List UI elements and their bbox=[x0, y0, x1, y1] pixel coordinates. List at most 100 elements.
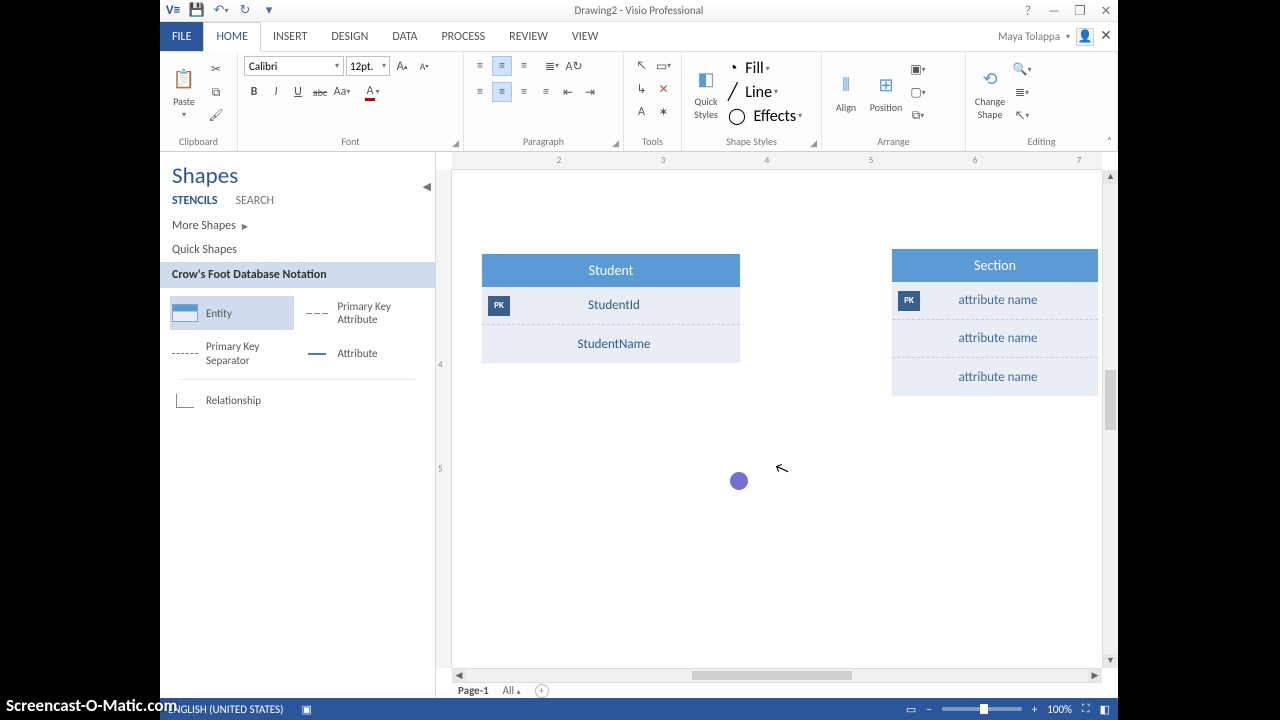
user-account[interactable]: Maya Tolappa▾ 👤 bbox=[998, 22, 1094, 51]
zoom-slider-knob[interactable] bbox=[980, 704, 988, 714]
horizontal-scrollbar[interactable]: ◀ ▶ bbox=[452, 668, 1102, 682]
entity-student-row-1[interactable]: PK StudentId bbox=[482, 287, 740, 325]
scroll-left-icon[interactable]: ◀ bbox=[452, 669, 466, 682]
macro-recording-icon[interactable]: ▣ bbox=[301, 703, 311, 716]
entity-section[interactable]: Section PK attribute name attribute name… bbox=[892, 249, 1098, 396]
shrink-font-icon[interactable]: A▾ bbox=[414, 56, 434, 76]
master-entity[interactable]: Entity bbox=[170, 296, 294, 330]
stencil-crows-foot[interactable]: Crow's Foot Database Notation bbox=[160, 262, 435, 288]
tab-insert[interactable]: INSERT bbox=[261, 22, 319, 51]
tab-home[interactable]: HOME bbox=[203, 22, 261, 52]
format-painter-icon[interactable]: 🖌 bbox=[206, 106, 226, 126]
restore-button[interactable]: ❐ bbox=[1072, 4, 1088, 19]
help-button[interactable]: ? bbox=[1020, 4, 1036, 19]
pointer-tool-icon[interactable]: ↖ bbox=[632, 56, 652, 76]
tab-process[interactable]: PROCESS bbox=[429, 22, 497, 51]
effects-button[interactable]: ◯ Effects▾ bbox=[728, 106, 802, 126]
minimize-button[interactable]: — bbox=[1046, 4, 1062, 19]
bullets-icon[interactable]: ≣▾ bbox=[542, 56, 562, 76]
font-dialog-launcher-icon[interactable]: ◢ bbox=[452, 138, 459, 149]
h-scroll-thumb[interactable] bbox=[692, 671, 852, 680]
entity-section-row-2[interactable]: attribute name bbox=[892, 320, 1098, 358]
grow-font-icon[interactable]: A▴ bbox=[392, 56, 412, 76]
copy-icon[interactable]: ⧉ bbox=[206, 83, 226, 103]
collapse-ribbon-icon[interactable]: ˄ bbox=[1107, 134, 1112, 147]
align-button[interactable]: ⫴Align bbox=[828, 71, 864, 114]
paste-button[interactable]: 📋 Paste ▾ bbox=[166, 65, 202, 120]
tab-view[interactable]: VIEW bbox=[560, 22, 610, 51]
paragraph-dialog-launcher-icon[interactable]: ◢ bbox=[612, 138, 619, 149]
pages-all[interactable]: All ▴ bbox=[503, 684, 521, 697]
text-tool-icon[interactable]: A bbox=[632, 102, 652, 122]
bring-front-icon[interactable]: ▣▾ bbox=[908, 60, 928, 80]
collapse-shapes-pane-icon[interactable]: ◀ bbox=[423, 180, 431, 193]
scroll-down-icon[interactable]: ▼ bbox=[1103, 654, 1118, 668]
v-scroll-thumb[interactable] bbox=[1105, 370, 1116, 430]
drawing-canvas[interactable]: Student PK StudentId StudentName Section… bbox=[452, 170, 1102, 668]
rectangle-tool-icon[interactable]: ▭▾ bbox=[654, 56, 674, 76]
text-direction-icon[interactable]: A↻ bbox=[564, 56, 584, 76]
attr-studentname[interactable]: StudentName bbox=[516, 337, 740, 352]
align-top-icon[interactable]: ≡ bbox=[470, 56, 490, 76]
line-button[interactable]: ╱ Line▾ bbox=[728, 82, 802, 102]
attr-placeholder-2[interactable]: attribute name bbox=[926, 331, 1098, 346]
fit-page-icon[interactable]: ⛶ bbox=[1082, 702, 1090, 716]
font-name-select[interactable]: Calibri▾ bbox=[244, 56, 344, 76]
entity-section-row-1[interactable]: PK attribute name bbox=[892, 282, 1098, 320]
presentation-mode-icon[interactable]: ▭ bbox=[906, 703, 916, 716]
align-left-icon[interactable]: ≡ bbox=[470, 82, 490, 102]
font-size-select[interactable]: 12pt.▾ bbox=[346, 56, 390, 76]
save-icon[interactable]: 💾 bbox=[188, 2, 206, 20]
entity-section-header[interactable]: Section bbox=[892, 249, 1098, 282]
page-tab-1[interactable]: Page-1 bbox=[458, 684, 489, 697]
strikethrough-button[interactable]: abc bbox=[310, 82, 330, 102]
attr-studentid[interactable]: StudentId bbox=[516, 298, 740, 313]
align-right-icon[interactable]: ≡ bbox=[514, 82, 534, 102]
pan-zoom-icon[interactable]: ◧ bbox=[1100, 703, 1110, 716]
scroll-right-icon[interactable]: ▶ bbox=[1088, 669, 1102, 682]
find-icon[interactable]: 🔍▾ bbox=[1012, 60, 1032, 80]
cut-icon[interactable]: ✂ bbox=[206, 60, 226, 80]
layers-icon[interactable]: ≣▾ bbox=[1012, 83, 1032, 103]
zoom-slider[interactable] bbox=[942, 707, 1022, 711]
decrease-indent-icon[interactable]: ⇤ bbox=[558, 82, 578, 102]
undo-icon[interactable]: ↶▾ bbox=[212, 2, 230, 20]
italic-button[interactable]: I bbox=[266, 82, 286, 102]
subtab-search[interactable]: SEARCH bbox=[236, 194, 274, 208]
entity-student[interactable]: Student PK StudentId StudentName bbox=[482, 254, 740, 363]
subtab-stencils[interactable]: STENCILS bbox=[172, 194, 218, 208]
more-shapes-link[interactable]: More Shapes▶ bbox=[160, 214, 435, 238]
vertical-scrollbar[interactable]: ▲ ▼ bbox=[1102, 170, 1118, 668]
tab-file[interactable]: FILE bbox=[160, 22, 203, 51]
zoom-level[interactable]: 100% bbox=[1047, 703, 1072, 716]
tab-review[interactable]: REVIEW bbox=[497, 22, 560, 51]
master-attribute[interactable]: Attribute bbox=[302, 336, 426, 370]
change-case-button[interactable]: Aa▾ bbox=[332, 82, 352, 102]
quick-styles-button[interactable]: ◧ Quick Styles bbox=[688, 65, 724, 121]
underline-button[interactable]: U bbox=[288, 82, 308, 102]
scroll-up-icon[interactable]: ▲ bbox=[1103, 170, 1118, 184]
font-color-button[interactable]: A▾ bbox=[362, 82, 382, 102]
tab-design[interactable]: DESIGN bbox=[319, 22, 380, 51]
align-center-icon[interactable]: ≡ bbox=[492, 82, 512, 102]
zoom-in-button[interactable]: + bbox=[1032, 703, 1037, 716]
entity-student-header[interactable]: Student bbox=[482, 254, 740, 287]
attr-placeholder-3[interactable]: attribute name bbox=[926, 370, 1098, 385]
close-document-button[interactable]: ✕ bbox=[1098, 28, 1114, 44]
master-relationship[interactable]: Relationship bbox=[170, 388, 294, 414]
master-pk-attribute[interactable]: Primary Key Attribute bbox=[302, 296, 426, 330]
add-page-button[interactable]: + bbox=[535, 684, 549, 698]
increase-indent-icon[interactable]: ⇥ bbox=[580, 82, 600, 102]
shapestyles-dialog-launcher-icon[interactable]: ◢ bbox=[810, 138, 817, 149]
fill-button[interactable]: ◔ Fill▾ bbox=[728, 59, 802, 78]
entity-section-row-3[interactable]: attribute name bbox=[892, 358, 1098, 396]
tab-data[interactable]: DATA bbox=[380, 22, 429, 51]
status-language[interactable]: ENGLISH (UNITED STATES) bbox=[168, 703, 283, 716]
group-shapes-icon[interactable]: ⧉▾ bbox=[908, 106, 928, 126]
quick-shapes-link[interactable]: Quick Shapes bbox=[160, 238, 435, 262]
align-bottom-icon[interactable]: ≡ bbox=[514, 56, 534, 76]
send-back-icon[interactable]: ▢▾ bbox=[908, 83, 928, 103]
entity-student-row-2[interactable]: StudentName bbox=[482, 325, 740, 363]
bold-button[interactable]: B bbox=[244, 82, 264, 102]
zoom-out-button[interactable]: − bbox=[926, 703, 931, 716]
